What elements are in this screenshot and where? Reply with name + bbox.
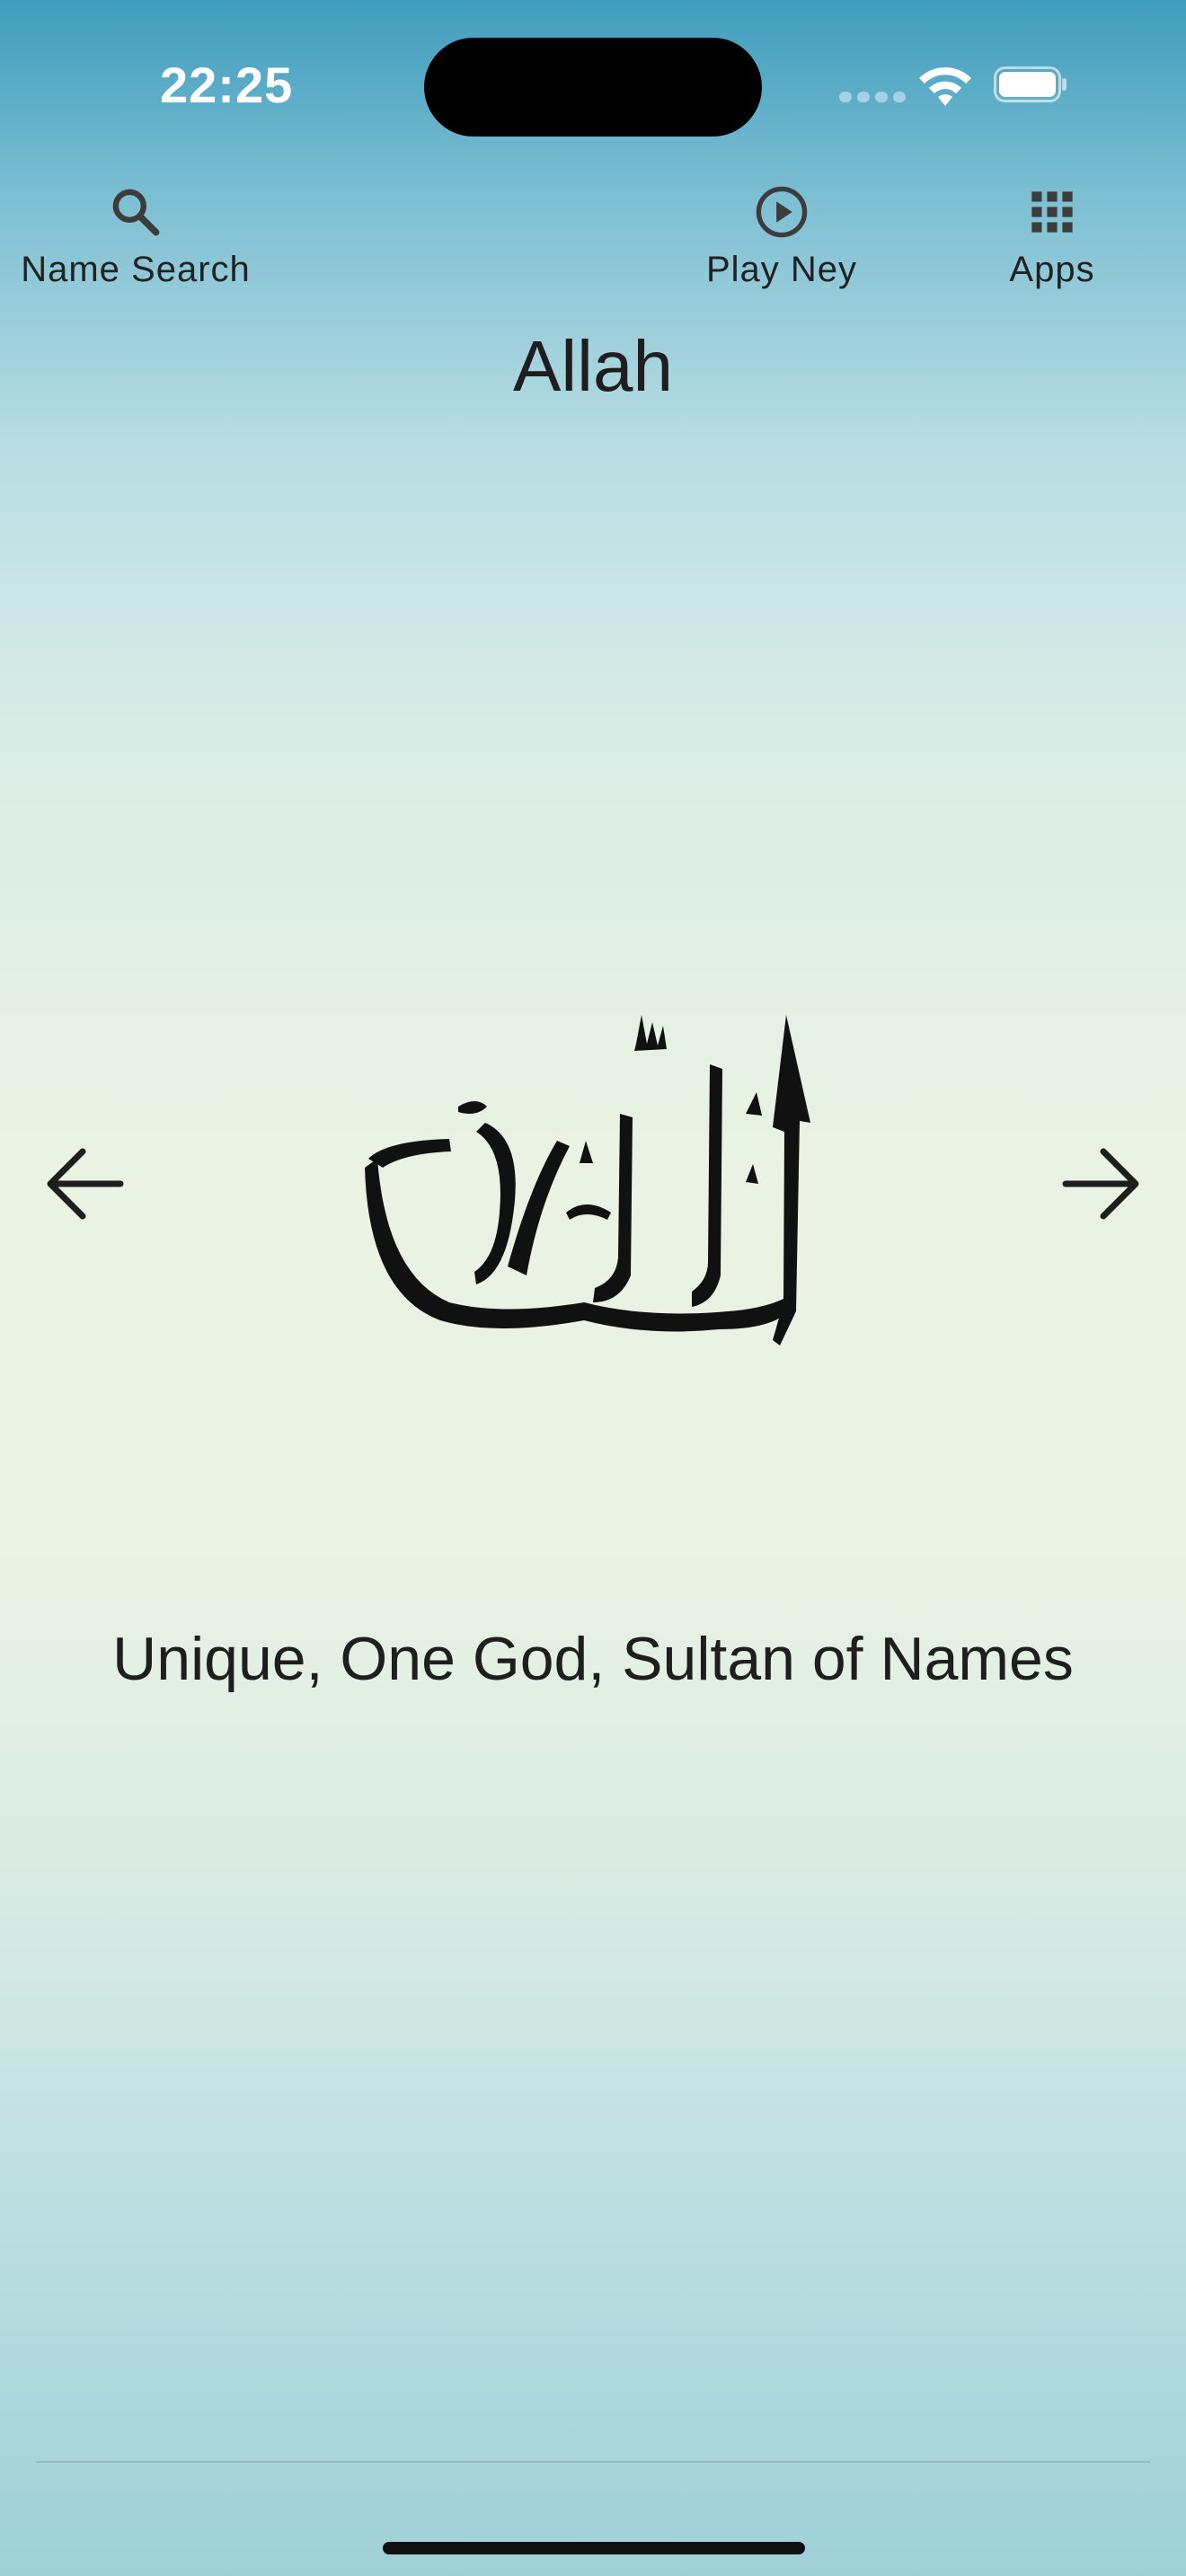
screen: 22:25 Name Search Play Ney Apps Allah Un…	[0, 0, 1186, 2576]
arrow-left-icon[interactable]	[41, 1139, 131, 1229]
play-ney-label: Play Ney	[705, 250, 858, 289]
cellular-signal-icon	[839, 92, 906, 102]
name-meaning: Unique, One God, Sultan of Names	[112, 1625, 1074, 1693]
wifi-icon	[919, 66, 971, 106]
apps-label: Apps	[1009, 250, 1095, 289]
status-time: 22:25	[160, 57, 294, 113]
allah-calligraphy	[365, 1015, 810, 1345]
name-search-button[interactable]: Name Search	[14, 183, 257, 290]
grid-icon	[1031, 191, 1073, 233]
home-indicator[interactable]	[383, 2542, 805, 2554]
battery-icon	[994, 66, 1067, 102]
dynamic-island	[424, 38, 762, 137]
arrow-right-icon[interactable]	[1055, 1139, 1145, 1229]
page-title: Allah	[513, 326, 673, 406]
name-search-label: Name Search	[21, 250, 251, 289]
play-circle-icon	[756, 186, 808, 238]
play-ney-button[interactable]: Play Ney	[692, 183, 872, 290]
apps-button[interactable]: Apps	[996, 183, 1109, 290]
search-icon	[112, 189, 160, 236]
divider	[36, 2461, 1150, 2463]
